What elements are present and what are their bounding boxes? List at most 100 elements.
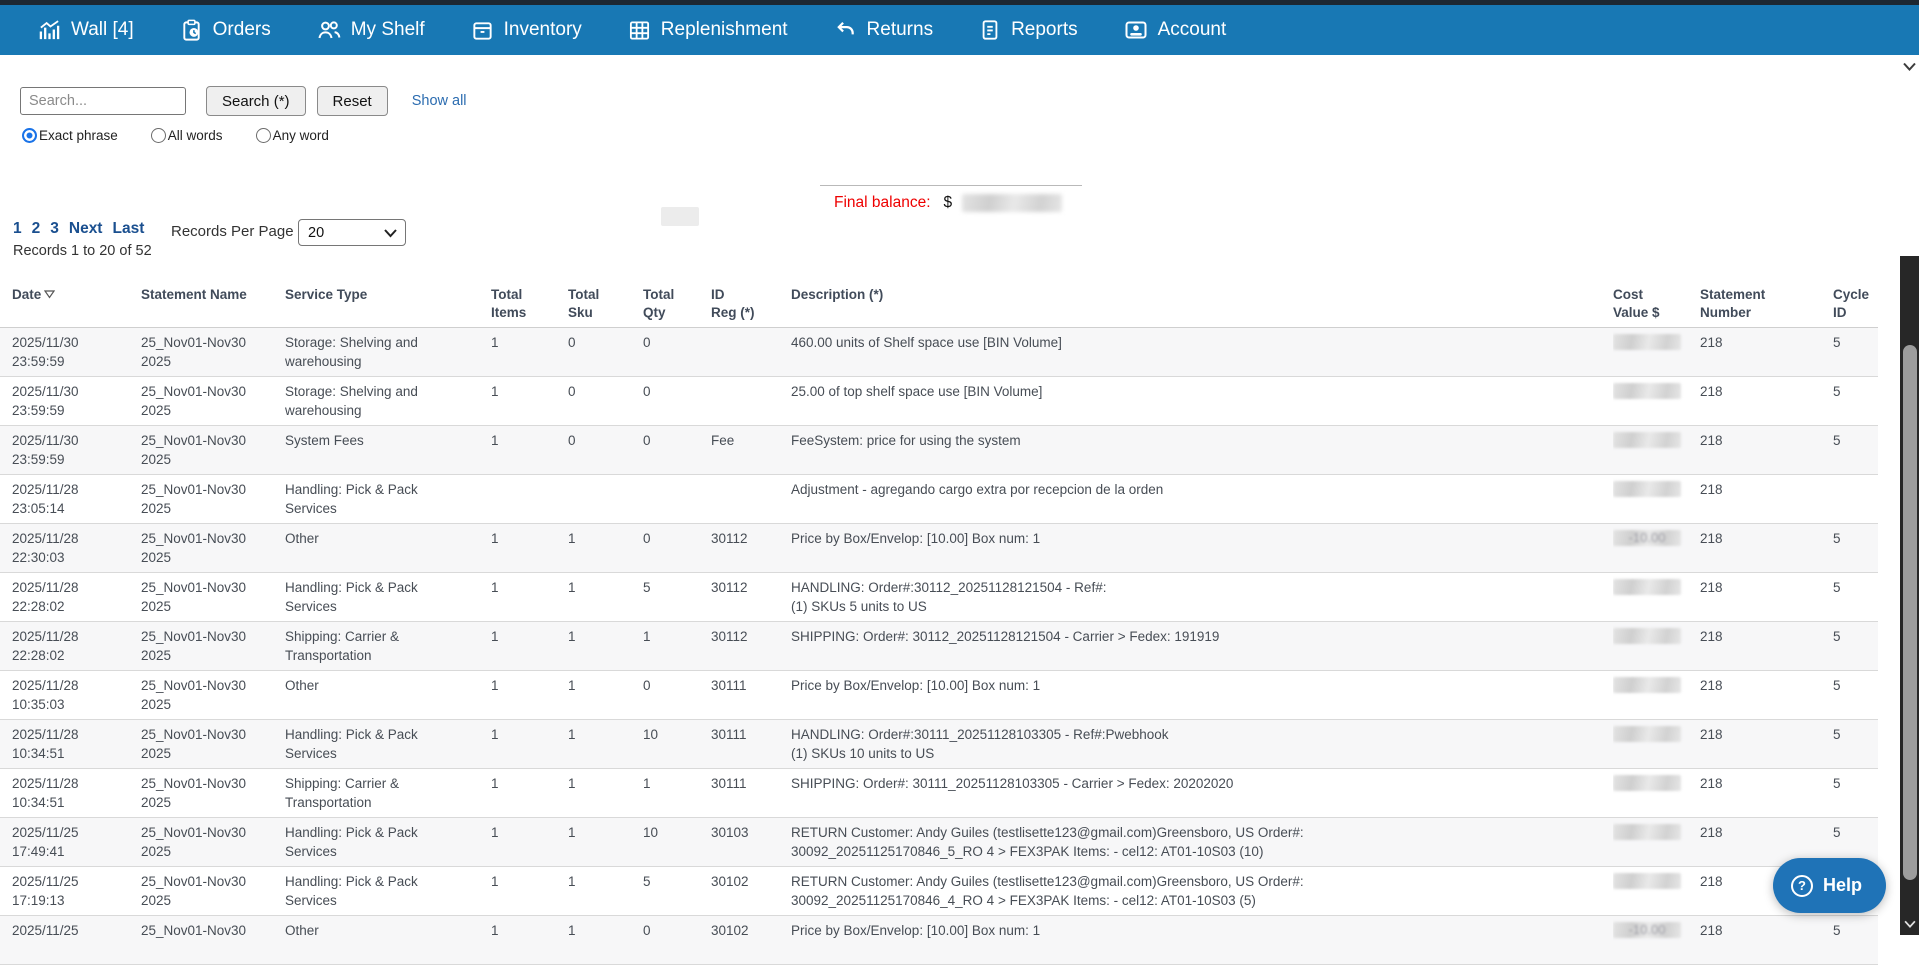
reset-button[interactable]: Reset	[317, 86, 388, 116]
cell-date: 2025/11/25 17:19:13	[0, 867, 141, 916]
table-row[interactable]: 2025/11/28 22:30:03 25_Nov01-Nov30 2025 …	[0, 524, 1878, 573]
radio-any-word[interactable]: Any word	[256, 128, 329, 143]
cell-service-type: Other	[285, 524, 491, 573]
final-balance-panel: Final balance: $	[820, 185, 1082, 218]
pagination: 1 2 3 Next Last	[13, 220, 144, 238]
cell-description: SHIPPING: Order#: 30112_20251128121504 -…	[791, 622, 1613, 671]
cell-total-qty: 5	[643, 573, 711, 622]
table-row[interactable]: 2025/11/28 22:28:02 25_Nov01-Nov30 2025 …	[0, 573, 1878, 622]
column-header-description[interactable]: Description (*)	[791, 279, 1613, 328]
column-header-id-reg[interactable]: ID Reg (*)	[711, 279, 791, 328]
column-header-statement-name[interactable]: Statement Name	[141, 279, 285, 328]
cell-statement-name: 25_Nov01-Nov30 2025	[141, 818, 285, 867]
scrollbar-down-arrow[interactable]	[1904, 915, 1916, 933]
table-row[interactable]: 2025/11/30 23:59:59 25_Nov01-Nov30 2025 …	[0, 426, 1878, 475]
nav-item-orders[interactable]: Orders	[180, 19, 271, 42]
column-header-cost-value[interactable]: Cost Value $	[1613, 279, 1700, 328]
cell-statement-name: 25_Nov01-Nov30 2025	[141, 769, 285, 818]
cell-service-type: Handling: Pick & Pack Services	[285, 818, 491, 867]
page-link-1[interactable]: 1	[13, 220, 22, 238]
cell-id-reg	[711, 377, 791, 426]
cell-total-qty: 0	[643, 328, 711, 377]
cell-id-reg	[711, 328, 791, 377]
table-row[interactable]: 2025/11/25 25_Nov01-Nov30 Other 1 1 0 30…	[0, 916, 1878, 965]
column-header-total-qty[interactable]: Total Qty	[643, 279, 711, 328]
cell-description: HANDLING: Order#:30112_20251128121504 - …	[791, 573, 1613, 622]
redacted-cost-value	[1613, 726, 1681, 742]
nav-item-wall[interactable]: Wall [4]	[38, 19, 134, 42]
people-icon	[317, 18, 341, 42]
cell-statement-number: 218	[1700, 524, 1833, 573]
page-link-3[interactable]: 3	[50, 220, 59, 238]
cell-total-items: 1	[491, 377, 568, 426]
search-button[interactable]: Search (*)	[206, 86, 306, 116]
column-header-statement-number[interactable]: Statement Number	[1700, 279, 1833, 328]
cell-total-sku: 1	[568, 916, 643, 965]
cell-cycle-id: 5	[1833, 622, 1878, 671]
table-row[interactable]: 2025/11/30 23:59:59 25_Nov01-Nov30 2025 …	[0, 328, 1878, 377]
table-row[interactable]: 2025/11/28 10:34:51 25_Nov01-Nov30 2025 …	[0, 769, 1878, 818]
search-input[interactable]	[20, 87, 186, 115]
nav-item-label: Inventory	[504, 19, 582, 41]
scrollbar-track[interactable]	[1900, 256, 1919, 935]
cell-statement-name: 25_Nov01-Nov30	[141, 916, 285, 965]
cell-id-reg: 30112	[711, 573, 791, 622]
records-per-page-select[interactable]: 20	[298, 219, 406, 246]
cell-statement-number: 218	[1700, 916, 1833, 965]
cell-cost-value: -10.00	[1613, 916, 1700, 965]
scrollbar-up-arrow[interactable]	[1903, 58, 1916, 76]
cell-cycle-id: 5	[1833, 426, 1878, 475]
nav-item-inventory[interactable]: Inventory	[471, 19, 582, 42]
cell-total-items: 1	[491, 524, 568, 573]
table-row[interactable]: 2025/11/28 23:05:14 25_Nov01-Nov30 2025 …	[0, 475, 1878, 524]
table-row[interactable]: 2025/11/30 23:59:59 25_Nov01-Nov30 2025 …	[0, 377, 1878, 426]
cell-statement-name: 25_Nov01-Nov30 2025	[141, 867, 285, 916]
page-link-2[interactable]: 2	[32, 220, 41, 238]
redacted-balance-value	[962, 194, 1062, 212]
column-header-total-items[interactable]: Total Items	[491, 279, 568, 328]
cell-total-items	[491, 475, 568, 524]
radio-icon	[256, 128, 271, 143]
cell-total-sku: 1	[568, 720, 643, 769]
cell-statement-number: 218	[1700, 671, 1833, 720]
radio-exact-phrase[interactable]: Exact phrase	[22, 128, 118, 143]
nav-item-my-shelf[interactable]: My Shelf	[317, 18, 425, 42]
cell-date: 2025/11/28 10:34:51	[0, 720, 141, 769]
scrollbar-thumb[interactable]	[1903, 345, 1917, 880]
table-row[interactable]: 2025/11/28 10:34:51 25_Nov01-Nov30 2025 …	[0, 720, 1878, 769]
cell-service-type: Other	[285, 916, 491, 965]
cell-cycle-id: 5	[1833, 671, 1878, 720]
cell-id-reg: 30111	[711, 671, 791, 720]
contact-card-icon	[1124, 18, 1148, 42]
cell-description: RETURN Customer: Andy Guiles (testlisett…	[791, 818, 1613, 867]
cell-total-sku: 1	[568, 867, 643, 916]
sort-descending-icon	[44, 286, 55, 304]
cell-total-sku: 1	[568, 622, 643, 671]
column-header-date[interactable]: Date	[0, 279, 141, 328]
table-row[interactable]: 2025/11/25 17:49:41 25_Nov01-Nov30 2025 …	[0, 818, 1878, 867]
help-button[interactable]: ? Help	[1773, 858, 1886, 913]
column-header-cycle-id[interactable]: Cycle ID	[1833, 279, 1878, 328]
cell-description: Adjustment - agregando cargo extra por r…	[791, 475, 1613, 524]
show-all-link[interactable]: Show all	[412, 93, 467, 109]
nav-item-returns[interactable]: Returns	[834, 19, 934, 42]
table-row[interactable]: 2025/11/28 22:28:02 25_Nov01-Nov30 2025 …	[0, 622, 1878, 671]
column-header-total-sku[interactable]: Total Sku	[568, 279, 643, 328]
column-header-service-type[interactable]: Service Type	[285, 279, 491, 328]
cell-cycle-id: 5	[1833, 377, 1878, 426]
cell-id-reg: 30103	[711, 818, 791, 867]
page-link-next[interactable]: Next	[69, 220, 103, 238]
table-row[interactable]: 2025/11/25 17:19:13 25_Nov01-Nov30 2025 …	[0, 867, 1878, 916]
nav-item-replenishment[interactable]: Replenishment	[628, 19, 788, 42]
table-row[interactable]: 2025/11/28 10:35:03 25_Nov01-Nov30 2025 …	[0, 671, 1878, 720]
nav-item-reports[interactable]: Reports	[979, 19, 1078, 41]
cell-total-sku: 1	[568, 818, 643, 867]
page-link-last[interactable]: Last	[112, 220, 144, 238]
radio-all-words[interactable]: All words	[151, 128, 223, 143]
search-row: Search (*) Reset Show all	[20, 86, 467, 116]
cell-statement-name: 25_Nov01-Nov30 2025	[141, 475, 285, 524]
cell-total-qty: 10	[643, 818, 711, 867]
nav-item-account[interactable]: Account	[1124, 18, 1227, 42]
cell-total-qty: 5	[643, 867, 711, 916]
search-mode-options: Exact phrase All words Any word	[22, 128, 329, 143]
